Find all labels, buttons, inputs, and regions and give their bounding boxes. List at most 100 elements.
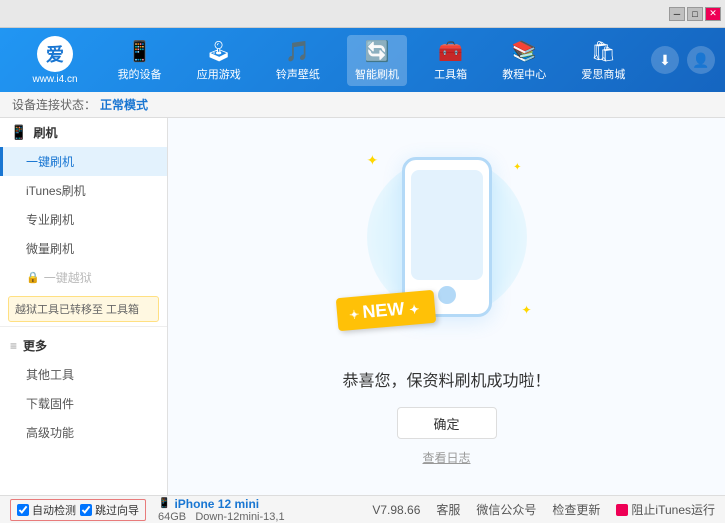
sidebar-divider-1 xyxy=(0,326,167,327)
bottom-right: V7.98.66 客服 微信公众号 检查更新 阻止iTunes运行 xyxy=(372,501,715,518)
logo-icon: 爱 xyxy=(37,36,73,72)
version-text: V7.98.66 xyxy=(372,503,420,517)
nav-tutorial[interactable]: 📚 教程中心 xyxy=(494,35,554,86)
mall-label: 爱思商城 xyxy=(581,66,625,82)
nav-ringtone[interactable]: 🎵 铃声壁纸 xyxy=(268,35,328,86)
main-layout: 📱 刷机 一键刷机 iTunes刷机 专业刷机 微量刷机 🔒 一键越狱 越狱工具… xyxy=(0,118,725,495)
nav-my-device[interactable]: 📱 我的设备 xyxy=(110,35,170,86)
nav-mall[interactable]: 🛍 爱思商城 xyxy=(573,35,633,86)
customer-service-link[interactable]: 客服 xyxy=(436,501,460,518)
sidebar-item-pro-flash[interactable]: 专业刷机 xyxy=(0,205,167,234)
my-device-icon: 📱 xyxy=(127,39,152,64)
download-button[interactable]: ⬇ xyxy=(651,46,679,74)
nav-bar: 📱 我的设备 🕹 应用游戏 🎵 铃声壁纸 🔄 智能刷机 🧰 工具箱 📚 教程中心… xyxy=(100,35,643,86)
auto-detect-checkbox[interactable] xyxy=(17,504,29,516)
tutorial-label: 教程中心 xyxy=(502,66,546,82)
skip-wizard-checkbox[interactable] xyxy=(80,504,92,516)
nav-app-games[interactable]: 🕹 应用游戏 xyxy=(189,35,249,86)
checkbox-group: 自动检测 跳过向导 xyxy=(10,499,146,521)
show-history-link[interactable]: 查看日志 xyxy=(422,449,470,466)
stop-itunes-button[interactable]: 阻止iTunes运行 xyxy=(616,501,715,518)
toolbox-label: 工具箱 xyxy=(434,66,467,82)
minimize-button[interactable]: ─ xyxy=(669,7,685,21)
device-meta: 64GB Down-12mini-13,1 xyxy=(158,511,285,523)
sidebar-more-header: ≡ 更多 xyxy=(0,331,167,360)
user-button[interactable]: 👤 xyxy=(687,46,715,74)
sidebar: 📱 刷机 一键刷机 iTunes刷机 专业刷机 微量刷机 🔒 一键越狱 越狱工具… xyxy=(0,118,168,495)
sidebar-flash-header: 📱 刷机 xyxy=(0,118,167,147)
sidebar-item-jailbreak-disabled: 🔒 一键越狱 xyxy=(0,263,167,292)
phone-screen xyxy=(411,170,483,280)
skip-wizard-label: 跳过向导 xyxy=(95,502,139,518)
check-update-link[interactable]: 检查更新 xyxy=(552,501,600,518)
logo-area: 爱 www.i4.cn xyxy=(10,36,100,85)
app-games-label: 应用游戏 xyxy=(197,66,241,82)
device-model: Down-12mini-13,1 xyxy=(195,511,284,523)
phone-home-btn xyxy=(438,286,456,304)
sparkle-3-icon: ✦ xyxy=(521,303,531,317)
tutorial-icon: 📚 xyxy=(512,39,537,64)
jailbreak-label: 一键越狱 xyxy=(44,269,92,286)
micro-flash-label: 微量刷机 xyxy=(26,242,74,256)
logo-symbol: 爱 xyxy=(46,41,64,67)
success-title: 恭喜您，保资料刷机成功啦！ xyxy=(342,367,550,391)
stop-itunes-label: 阻止iTunes运行 xyxy=(631,501,715,518)
download-firmware-label: 下载固件 xyxy=(26,397,74,411)
header: 爱 www.i4.cn 📱 我的设备 🕹 应用游戏 🎵 铃声壁纸 🔄 智能刷机 … xyxy=(0,28,725,92)
sidebar-item-other-tools[interactable]: 其他工具 xyxy=(0,360,167,389)
nav-toolbox[interactable]: 🧰 工具箱 xyxy=(426,35,475,86)
smart-flash-icon: 🔄 xyxy=(365,39,390,64)
flash-section-icon: 📱 xyxy=(10,124,27,141)
status-value: 正常模式 xyxy=(100,96,148,113)
sidebar-item-one-key-flash[interactable]: 一键刷机 xyxy=(0,147,167,176)
other-tools-label: 其他工具 xyxy=(26,368,74,382)
ringtone-label: 铃声壁纸 xyxy=(276,66,320,82)
bottom-bar: 自动检测 跳过向导 📱 iPhone 12 mini 64GB Down-12m… xyxy=(0,495,725,523)
new-banner-text: NEW xyxy=(361,298,405,322)
new-banner: NEW xyxy=(335,290,436,331)
advanced-label: 高级功能 xyxy=(26,426,74,440)
window-controls[interactable]: ─ □ ✕ xyxy=(669,7,721,21)
sidebar-item-micro-flash[interactable]: 微量刷机 xyxy=(0,234,167,263)
status-bar: 设备连接状态： 正常模式 xyxy=(0,92,725,118)
header-actions: ⬇ 👤 xyxy=(651,46,715,74)
title-bar: ─ □ ✕ xyxy=(0,0,725,28)
more-section-icon: ≡ xyxy=(10,339,17,353)
pro-flash-label: 专业刷机 xyxy=(26,213,74,227)
device-storage: 64GB xyxy=(158,511,186,523)
warning-text: 越狱工具已转移至 工具箱 xyxy=(15,304,139,316)
stop-icon xyxy=(616,504,628,516)
device-name-text: iPhone 12 mini xyxy=(174,497,259,511)
sidebar-warning-box: 越狱工具已转移至 工具箱 xyxy=(8,296,159,322)
sidebar-item-advanced[interactable]: 高级功能 xyxy=(0,418,167,447)
ringtone-icon: 🎵 xyxy=(285,39,310,64)
sidebar-item-download-firmware[interactable]: 下载固件 xyxy=(0,389,167,418)
maximize-button[interactable]: □ xyxy=(687,7,703,21)
wechat-public-link[interactable]: 微信公众号 xyxy=(476,501,536,518)
nav-smart-flash[interactable]: 🔄 智能刷机 xyxy=(347,35,407,86)
sparkle-2-icon: ✦ xyxy=(513,162,521,173)
logo-text: www.i4.cn xyxy=(32,74,77,85)
success-illustration: ✦ ✦ ✦ NEW xyxy=(357,147,537,347)
smart-flash-label: 智能刷机 xyxy=(355,66,399,82)
device-icon: 📱 xyxy=(158,498,170,509)
flash-section-label: 刷机 xyxy=(33,124,57,141)
device-name: 📱 iPhone 12 mini xyxy=(158,497,285,511)
mall-icon: 🛍 xyxy=(591,39,616,64)
sparkle-1-icon: ✦ xyxy=(367,152,379,169)
itunes-flash-label: iTunes刷机 xyxy=(26,184,86,198)
more-section-label: 更多 xyxy=(23,337,47,354)
content-area: ✦ ✦ ✦ NEW 恭喜您，保资料刷机成功啦！ 确定 查看日志 xyxy=(168,118,725,495)
lock-icon: 🔒 xyxy=(26,271,40,284)
device-info: 📱 iPhone 12 mini 64GB Down-12mini-13,1 xyxy=(158,497,285,523)
status-label: 设备连接状态： xyxy=(12,96,96,113)
confirm-btn-label: 确定 xyxy=(433,417,459,432)
close-button[interactable]: ✕ xyxy=(705,7,721,21)
my-device-label: 我的设备 xyxy=(118,66,162,82)
skip-wizard-checkbox-group: 跳过向导 xyxy=(80,502,139,518)
one-key-flash-label: 一键刷机 xyxy=(26,155,74,169)
bottom-left: 自动检测 跳过向导 📱 iPhone 12 mini 64GB Down-12m… xyxy=(10,497,285,523)
confirm-button[interactable]: 确定 xyxy=(397,407,497,439)
auto-detect-checkbox-group: 自动检测 xyxy=(17,502,76,518)
sidebar-item-itunes-flash[interactable]: iTunes刷机 xyxy=(0,176,167,205)
